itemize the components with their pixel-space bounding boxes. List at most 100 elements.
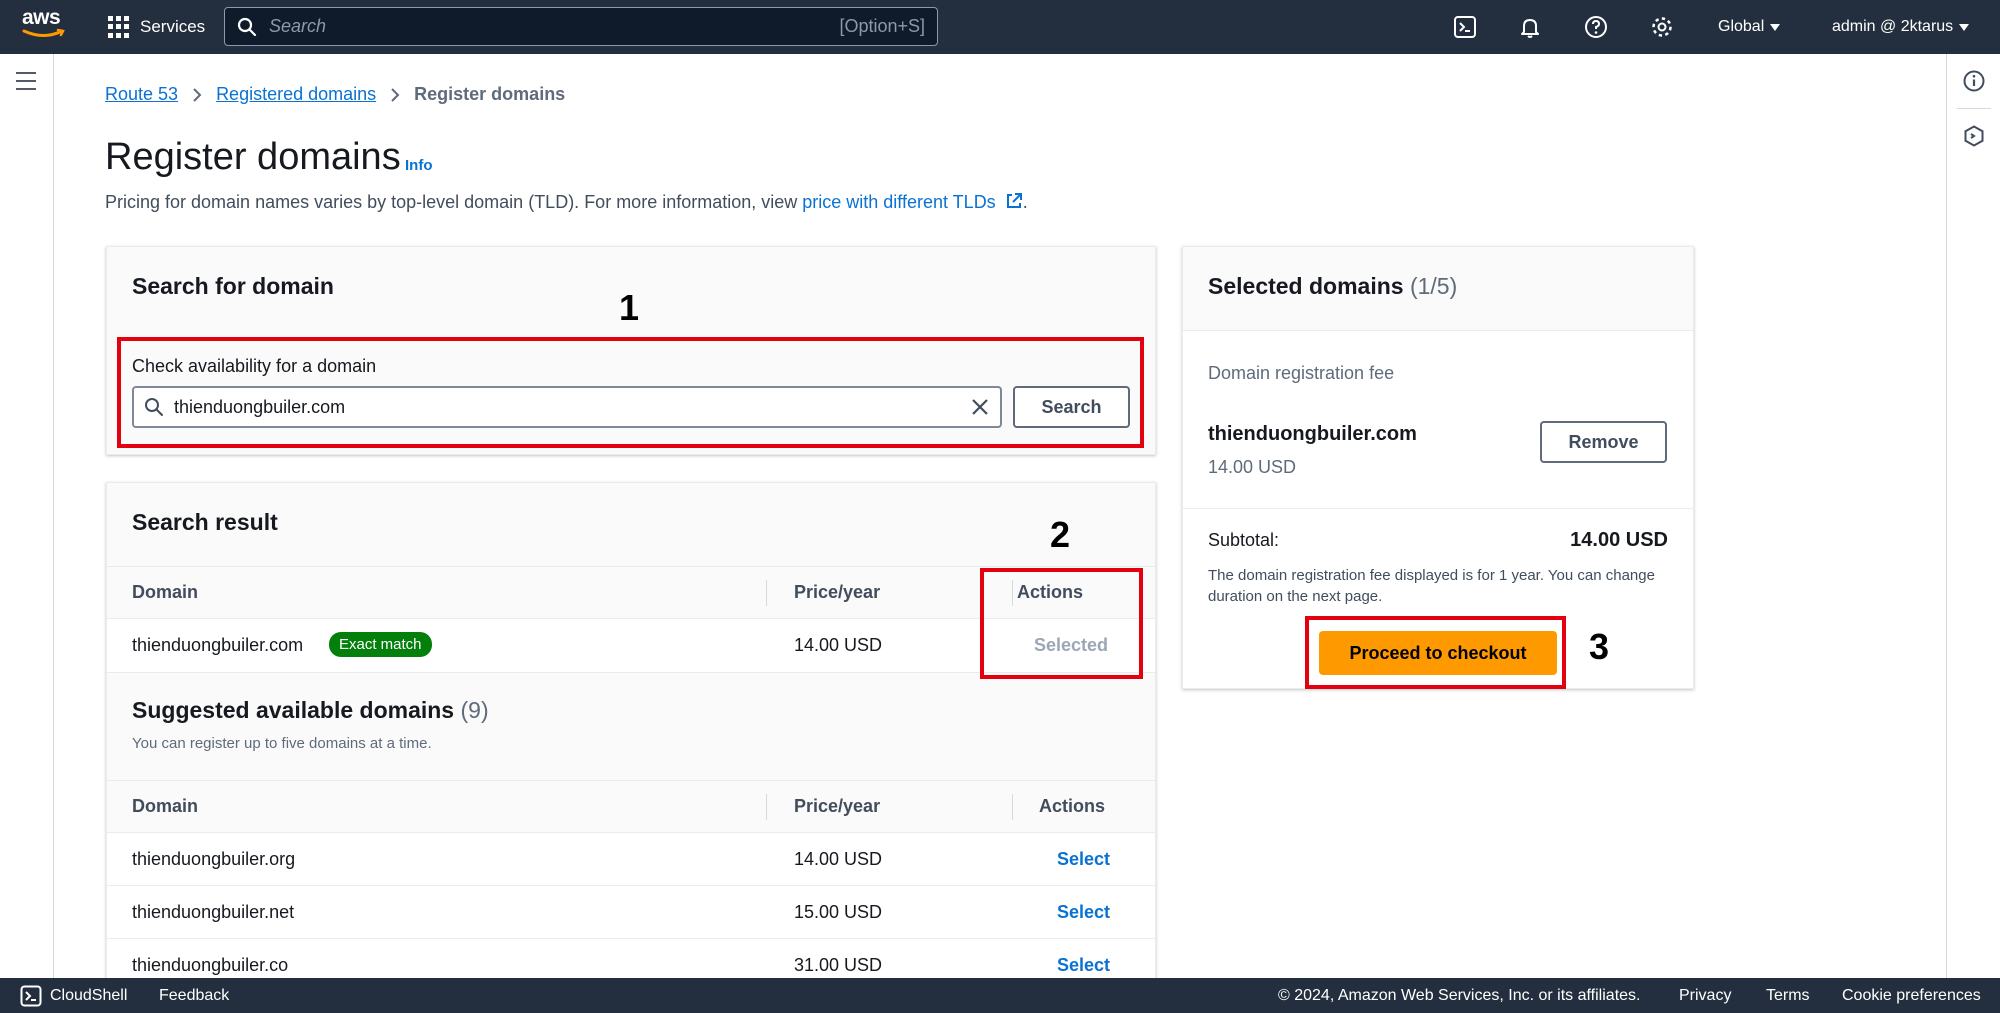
search-shortcut-hint: [Option+S] — [839, 16, 925, 36]
suggested-price: 31.00 USD — [794, 955, 883, 975]
search-result-panel: Search result Domain Price/year Actions … — [106, 482, 1156, 982]
global-search[interactable]: [Option+S] — [224, 7, 938, 46]
copyright-text: © 2024, Amazon Web Services, Inc. or its… — [1278, 986, 1641, 1004]
privacy-link[interactable]: Privacy — [1679, 978, 1731, 1013]
suggested-domain: thienduongbuiler.org — [132, 849, 296, 869]
aws-logo[interactable]: aws — [22, 6, 66, 46]
divider — [1183, 508, 1693, 509]
right-rail — [1946, 54, 2000, 978]
chevron-right-icon — [391, 87, 400, 102]
select-domain-button[interactable]: Select — [1057, 902, 1110, 923]
cookie-preferences-link[interactable]: Cookie preferences — [1842, 978, 1981, 1013]
selected-title-text: Selected domains — [1208, 273, 1404, 299]
suggested-title-text: Suggested available domains — [132, 697, 455, 723]
settings-gear-icon[interactable] — [1649, 14, 1675, 40]
help-icon[interactable] — [1583, 14, 1609, 40]
cloudshell-icon[interactable] — [1452, 14, 1478, 40]
result-price: 14.00 USD — [794, 635, 883, 655]
breadcrumb-registered-domains[interactable]: Registered domains — [216, 84, 376, 105]
terms-link[interactable]: Terms — [1766, 978, 1810, 1013]
cloudshell-icon — [20, 985, 42, 1006]
suggested-header: Suggested available domains (9) You can … — [107, 672, 1155, 780]
suggested-domain: thienduongbuiler.co — [132, 955, 289, 975]
description-suffix: . — [1022, 192, 1028, 212]
caret-down-icon — [1770, 23, 1781, 31]
search-icon — [237, 17, 257, 36]
description-text: Pricing for domain names varies by top-l… — [105, 192, 803, 212]
feedback-link[interactable]: Feedback — [159, 978, 229, 1013]
table-row: thienduongbuiler.net 15.00 USD Select — [107, 885, 1155, 938]
right-rail-divider — [1957, 108, 1991, 109]
left-rail — [0, 54, 54, 978]
column-header-domain: Domain — [132, 582, 199, 602]
aws-smile-icon — [22, 28, 65, 37]
page-title: Register domains — [105, 136, 401, 178]
breadcrumb: Route 53 Registered domains Register dom… — [105, 84, 565, 105]
info-link[interactable]: Info — [405, 157, 433, 174]
subtotal-value: 14.00 USD — [1570, 529, 1668, 551]
region-label: Global — [1718, 18, 1765, 35]
column-header-actions: Actions — [1039, 796, 1106, 816]
table-row: thienduongbuiler.org 14.00 USD Select — [107, 832, 1155, 885]
column-divider — [766, 794, 767, 820]
selected-count: (1/5) — [1409, 273, 1458, 299]
search-result-title: Search result — [132, 509, 278, 535]
annotation-number-2: 2 — [1050, 514, 1071, 555]
annotation-box-3 — [1305, 616, 1566, 689]
breadcrumb-route53[interactable]: Route 53 — [105, 84, 178, 105]
services-label: Services — [140, 17, 206, 36]
duration-note: The domain registration fee displayed is… — [1208, 567, 1655, 605]
breadcrumb-current: Register domains — [414, 84, 566, 104]
suggested-price: 15.00 USD — [794, 902, 883, 922]
table-row: thienduongbuiler.co 31.00 USD Select — [107, 938, 1155, 983]
column-divider — [1012, 794, 1013, 820]
menu-hamburger-icon[interactable] — [16, 72, 36, 96]
region-selector[interactable]: Global — [1718, 0, 1781, 54]
notifications-bell-icon[interactable] — [1517, 14, 1543, 40]
cloudshell-label: CloudShell — [50, 986, 128, 1004]
aws-logo-text: aws — [22, 6, 61, 29]
annotation-box-1 — [117, 337, 1144, 448]
select-domain-button[interactable]: Select — [1057, 955, 1110, 976]
account-menu[interactable]: admin @ 2ktarus — [1832, 0, 1970, 54]
suggested-title: Suggested available domains (9) — [132, 697, 489, 724]
caret-down-icon — [1959, 23, 1970, 31]
global-search-input[interactable] — [269, 16, 840, 37]
support-hexagon-icon[interactable] — [1962, 124, 1986, 148]
column-header-price: Price/year — [794, 582, 881, 602]
suggested-table-header: Domain Price/year Actions — [107, 780, 1155, 832]
selected-domain-price: 14.00 USD — [1208, 457, 1297, 477]
exact-match-badge: Exact match — [329, 632, 432, 657]
chevron-right-icon — [193, 87, 202, 102]
services-grid-icon — [108, 16, 130, 38]
result-domain: thienduongbuiler.com — [132, 635, 304, 655]
search-panel-title: Search for domain — [132, 273, 334, 299]
annotation-box-2 — [980, 568, 1143, 679]
fee-label: Domain registration fee — [1208, 363, 1395, 383]
top-navigation: aws Services [Option+S] Global admin @ 2… — [0, 0, 2000, 54]
suggested-price: 14.00 USD — [794, 849, 883, 869]
subtotal-label: Subtotal: — [1208, 530, 1280, 550]
footer: CloudShell Feedback © 2024, Amazon Web S… — [0, 978, 2000, 1013]
annotation-number-1: 1 — [619, 287, 640, 328]
page-description: Pricing for domain names varies by top-l… — [105, 192, 1028, 213]
column-header-domain: Domain — [132, 796, 199, 816]
suggested-domain: thienduongbuiler.net — [132, 902, 295, 922]
selected-panel-header: Selected domains (1/5) — [1183, 247, 1693, 331]
account-label: admin @ 2ktarus — [1832, 18, 1954, 35]
tld-pricing-link[interactable]: price with different TLDs — [802, 192, 1022, 212]
selected-panel-title: Selected domains (1/5) — [1208, 273, 1457, 300]
tld-pricing-link-label: price with different TLDs — [802, 192, 996, 212]
external-link-icon — [1006, 193, 1022, 208]
services-menu[interactable]: Services — [108, 0, 205, 54]
info-panel-icon[interactable] — [1962, 69, 1986, 93]
select-domain-button[interactable]: Select — [1057, 849, 1110, 870]
selected-domain-name: thienduongbuiler.com — [1208, 423, 1417, 445]
suggested-subtitle: You can register up to five domains at a… — [132, 735, 432, 752]
annotation-number-3: 3 — [1589, 626, 1610, 667]
column-header-price: Price/year — [794, 796, 881, 816]
suggested-count: (9) — [460, 697, 489, 723]
remove-button[interactable]: Remove — [1540, 421, 1667, 463]
cloudshell-footer-button[interactable]: CloudShell — [20, 978, 127, 1013]
column-divider — [766, 580, 767, 606]
